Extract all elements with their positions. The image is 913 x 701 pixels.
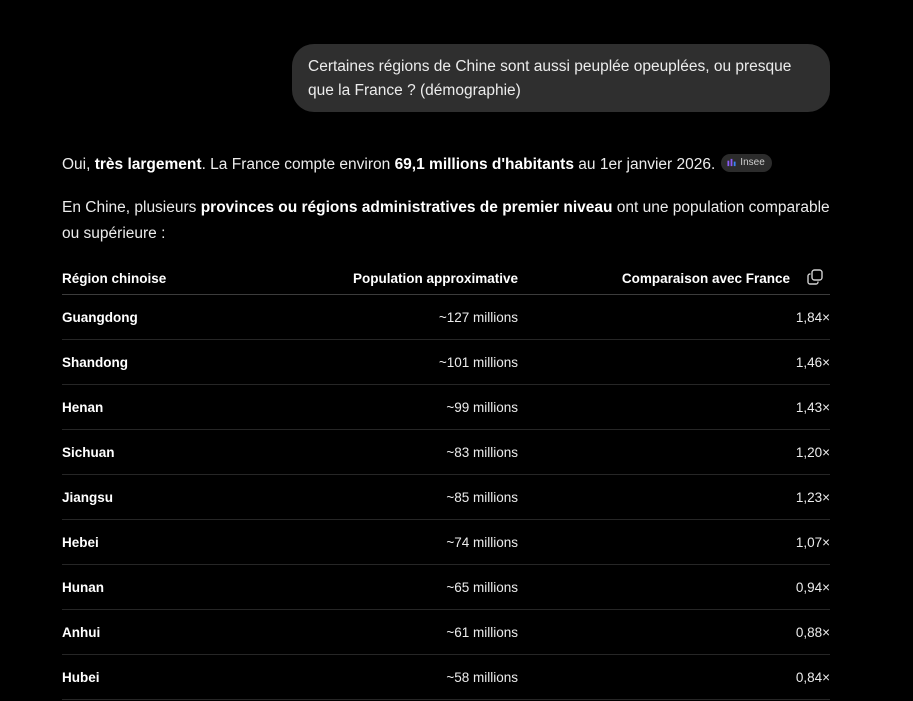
table-body: Guangdong ~127 millions 1,84× Shandong ~101 …	[62, 294, 830, 700]
source-chip-insee[interactable]: Insee	[721, 153, 772, 172]
p1-bold2: 69,1 millions d'habitants	[394, 156, 574, 173]
user-message-text: Certaines régions de Chine sont aussi pe…	[308, 58, 792, 99]
cell-region: Sichuan	[62, 429, 322, 475]
p1-mid: . La France compte environ	[201, 156, 395, 173]
table-row: Anhui ~61 millions 0,88×	[62, 609, 830, 655]
p2-prefix: En Chine, plusieurs	[62, 199, 201, 216]
cell-region: Henan	[62, 384, 322, 430]
population-table: Région chinoise Population approximative…	[62, 262, 830, 700]
cell-comparison: 0,84×	[518, 654, 830, 700]
cell-comparison: 1,84×	[518, 294, 830, 340]
answer-paragraph-1: Oui, très largement. La France compte en…	[62, 152, 832, 178]
cell-population: ~99 millions	[322, 384, 518, 430]
table-row: Henan ~99 millions 1,43×	[62, 384, 830, 430]
cell-comparison: 1,46×	[518, 339, 830, 385]
header-comparison: Comparaison avec France	[518, 262, 830, 295]
cell-region: Guangdong	[62, 294, 322, 340]
cell-comparison: 0,88×	[518, 609, 830, 655]
cell-population: ~85 millions	[322, 474, 518, 520]
table-row: Sichuan ~83 millions 1,20×	[62, 429, 830, 475]
cell-population: ~127 millions	[322, 294, 518, 340]
cell-comparison: 1,23×	[518, 474, 830, 520]
cell-region: Jiangsu	[62, 474, 322, 520]
cell-comparison: 1,07×	[518, 519, 830, 565]
cell-region: Hebei	[62, 519, 322, 565]
cell-population: ~83 millions	[322, 429, 518, 475]
cell-region: Anhui	[62, 609, 322, 655]
table-row: Hunan ~65 millions 0,94×	[62, 564, 830, 610]
cell-population: ~74 millions	[322, 519, 518, 565]
chat-page: Certaines régions de Chine sont aussi pe…	[0, 0, 913, 701]
cell-population: ~58 millions	[322, 654, 518, 700]
cell-region: Shandong	[62, 339, 322, 385]
population-table-wrapper: Région chinoise Population approximative…	[62, 262, 830, 700]
cell-population: ~65 millions	[322, 564, 518, 610]
p1-bold1: très largement	[94, 156, 202, 173]
cell-population: ~101 millions	[322, 339, 518, 385]
table-header-row: Région chinoise Population approximative…	[62, 262, 830, 295]
table-row: Shandong ~101 millions 1,46×	[62, 339, 830, 385]
table-row: Jiangsu ~85 millions 1,23×	[62, 474, 830, 520]
cell-comparison: 0,94×	[518, 564, 830, 610]
header-region: Région chinoise	[62, 262, 322, 295]
cell-population: ~61 millions	[322, 609, 518, 655]
table-row: Hubei ~58 millions 0,84×	[62, 654, 830, 700]
user-message-bubble: Certaines régions de Chine sont aussi pe…	[292, 44, 830, 112]
assistant-answer: Oui, très largement. La France compte en…	[62, 152, 832, 247]
header-population: Population approximative	[322, 262, 518, 295]
source-label: Insee	[740, 156, 765, 168]
p1-prefix: Oui,	[62, 156, 95, 173]
answer-paragraph-2: En Chine, plusieurs provinces ou régions…	[62, 195, 832, 247]
p2-bold: provinces ou régions administratives de …	[200, 199, 613, 216]
cell-comparison: 1,43×	[518, 384, 830, 430]
insee-source-icon	[727, 158, 736, 167]
table-row: Guangdong ~127 millions 1,84×	[62, 294, 830, 340]
table-row: Hebei ~74 millions 1,07×	[62, 519, 830, 565]
cell-comparison: 1,20×	[518, 429, 830, 475]
p1-suffix: au 1er janvier 2026.	[573, 156, 716, 173]
copy-table-icon[interactable]	[806, 268, 824, 286]
cell-region: Hubei	[62, 654, 322, 700]
cell-region: Hunan	[62, 564, 322, 610]
